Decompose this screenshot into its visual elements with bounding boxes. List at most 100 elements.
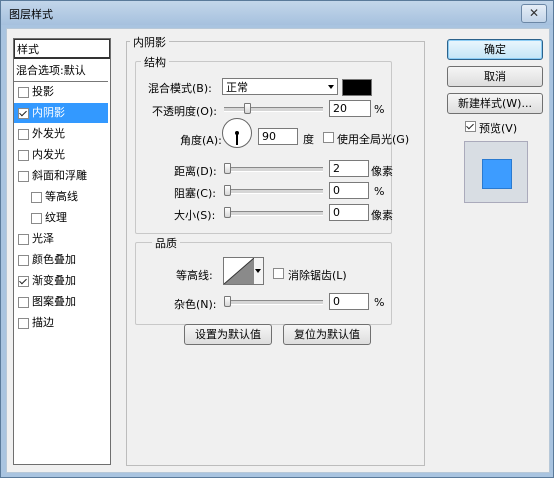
size-slider-thumb[interactable] [224, 207, 231, 218]
angle-dial-center [235, 131, 239, 135]
noise-label: 杂色(N): [174, 298, 217, 311]
title-bar[interactable]: 图层样式 ✕ [1, 1, 553, 25]
style-item-checkbox[interactable] [18, 297, 29, 308]
noise-slider[interactable] [224, 300, 323, 305]
style-item[interactable]: 纹理 [14, 208, 108, 228]
style-item-label: 图案叠加 [32, 295, 76, 308]
style-item[interactable]: 内阴影 [14, 103, 108, 123]
distance-unit: 像素 [371, 165, 393, 178]
ok-button[interactable]: 确定 [447, 39, 543, 60]
shadow-color-swatch[interactable] [342, 79, 372, 96]
opacity-input[interactable]: 20 [329, 100, 371, 117]
style-item-label: 纹理 [45, 211, 67, 224]
style-item-label: 等高线 [45, 190, 78, 203]
style-item[interactable]: 图案叠加 [14, 292, 108, 312]
blend-mode-select[interactable]: 正常 [222, 78, 338, 95]
global-light-checkbox[interactable] [323, 132, 334, 143]
style-item-checkbox[interactable] [18, 108, 29, 119]
contour-label: 等高线: [176, 269, 213, 282]
choke-label: 阻塞(C): [174, 187, 216, 200]
make-default-button[interactable]: 设置为默认值 [184, 324, 272, 345]
new-style-button[interactable]: 新建样式(W)... [447, 93, 543, 114]
structure-title: 结构 [141, 54, 169, 70]
style-item-label: 斜面和浮雕 [32, 169, 87, 182]
style-item-checkbox[interactable] [18, 129, 29, 140]
layer-style-dialog: 图层样式 ✕ 样式 混合选项:默认 投影 内阴影 外发光 内发光 斜面和浮雕 等高线 纹理光… [0, 0, 554, 478]
style-item-label: 内发光 [32, 148, 65, 161]
style-item[interactable]: 渐变叠加 [14, 271, 108, 291]
choke-input[interactable]: 0 [329, 182, 369, 199]
style-item-label: 描边 [32, 316, 54, 329]
style-item-label: 内阴影 [32, 106, 65, 119]
dialog-body: 样式 混合选项:默认 投影 内阴影 外发光 内发光 斜面和浮雕 等高线 纹理 光泽 颜色叠加 渐变… [6, 28, 550, 473]
style-item[interactable]: 外发光 [14, 124, 108, 144]
noise-slider-thumb[interactable] [224, 296, 231, 307]
style-item-checkbox[interactable] [31, 213, 42, 224]
distance-label: 距离(D): [174, 165, 217, 178]
style-item-label: 颜色叠加 [32, 253, 76, 266]
choke-unit: % [374, 185, 385, 198]
contour-curve-icon [224, 258, 254, 284]
style-item-label: 投影 [32, 85, 54, 98]
opacity-label: 不透明度(O): [152, 105, 217, 118]
preview-swatch [482, 159, 512, 189]
style-item-checkbox[interactable] [18, 171, 29, 182]
anti-alias-checkbox[interactable] [273, 268, 284, 279]
style-item-checkbox[interactable] [18, 318, 29, 329]
opacity-slider-thumb[interactable] [243, 103, 251, 114]
quality-title: 品质 [152, 235, 180, 251]
preview-label[interactable]: 预览(V) [479, 120, 517, 136]
noise-unit: % [374, 296, 385, 309]
style-item-checkbox[interactable] [18, 255, 29, 266]
blend-mode-value: 正常 [226, 81, 248, 94]
global-light-label[interactable]: 使用全局光(G) [337, 131, 409, 147]
style-item-checkbox[interactable] [18, 87, 29, 98]
style-item-label: 渐变叠加 [32, 274, 76, 287]
angle-input[interactable]: 90 [258, 128, 298, 145]
angle-dial[interactable] [222, 118, 252, 148]
choke-slider[interactable] [224, 189, 323, 194]
style-item-checkbox[interactable] [18, 150, 29, 161]
style-item[interactable]: 光泽 [14, 229, 108, 249]
anti-alias-label[interactable]: 消除锯齿(L) [288, 267, 347, 283]
choke-slider-thumb[interactable] [224, 185, 231, 196]
inner-shadow-title: 内阴影 [130, 34, 169, 50]
preview-checkbox[interactable] [465, 121, 476, 132]
style-item[interactable]: 内发光 [14, 145, 108, 165]
size-input[interactable]: 0 [329, 204, 369, 221]
angle-label: 角度(A): [180, 134, 222, 147]
style-item[interactable]: 颜色叠加 [14, 250, 108, 270]
close-button[interactable]: ✕ [521, 4, 547, 23]
distance-slider[interactable] [224, 167, 323, 172]
distance-slider-thumb[interactable] [224, 163, 231, 174]
contour-dropdown-button[interactable] [254, 257, 264, 285]
style-item-checkbox[interactable] [18, 276, 29, 287]
styles-list: 样式 混合选项:默认 投影内阴影外发光内发光斜面和浮雕等高线纹理光泽颜色叠加渐变… [13, 38, 111, 465]
blend-mode-label: 混合模式(B): [148, 82, 212, 95]
angle-unit: 度 [303, 133, 314, 146]
size-slider[interactable] [224, 211, 323, 216]
blend-options-item[interactable]: 混合选项:默认 [14, 61, 110, 81]
style-item-checkbox[interactable] [18, 234, 29, 245]
style-item[interactable]: 等高线 [14, 187, 108, 207]
size-label: 大小(S): [174, 209, 216, 222]
chevron-down-icon [328, 85, 334, 89]
opacity-slider[interactable] [224, 107, 323, 112]
style-item-label: 光泽 [32, 232, 54, 245]
reset-default-button[interactable]: 复位为默认值 [283, 324, 371, 345]
window-title: 图层样式 [9, 8, 53, 21]
style-item[interactable]: 描边 [14, 313, 108, 333]
styles-list-header[interactable]: 样式 [14, 39, 110, 59]
style-item[interactable]: 斜面和浮雕 [14, 166, 108, 186]
noise-input[interactable]: 0 [329, 293, 369, 310]
style-preview [464, 141, 528, 203]
cancel-button[interactable]: 取消 [447, 66, 543, 87]
size-unit: 像素 [371, 209, 393, 222]
style-item-label: 外发光 [32, 127, 65, 140]
opacity-unit: % [374, 103, 385, 116]
contour-picker[interactable] [223, 257, 255, 285]
distance-input[interactable]: 2 [329, 160, 369, 177]
style-item-checkbox[interactable] [31, 192, 42, 203]
style-item[interactable]: 投影 [14, 82, 108, 102]
blend-options-label: 混合选项:默认 [16, 64, 86, 77]
